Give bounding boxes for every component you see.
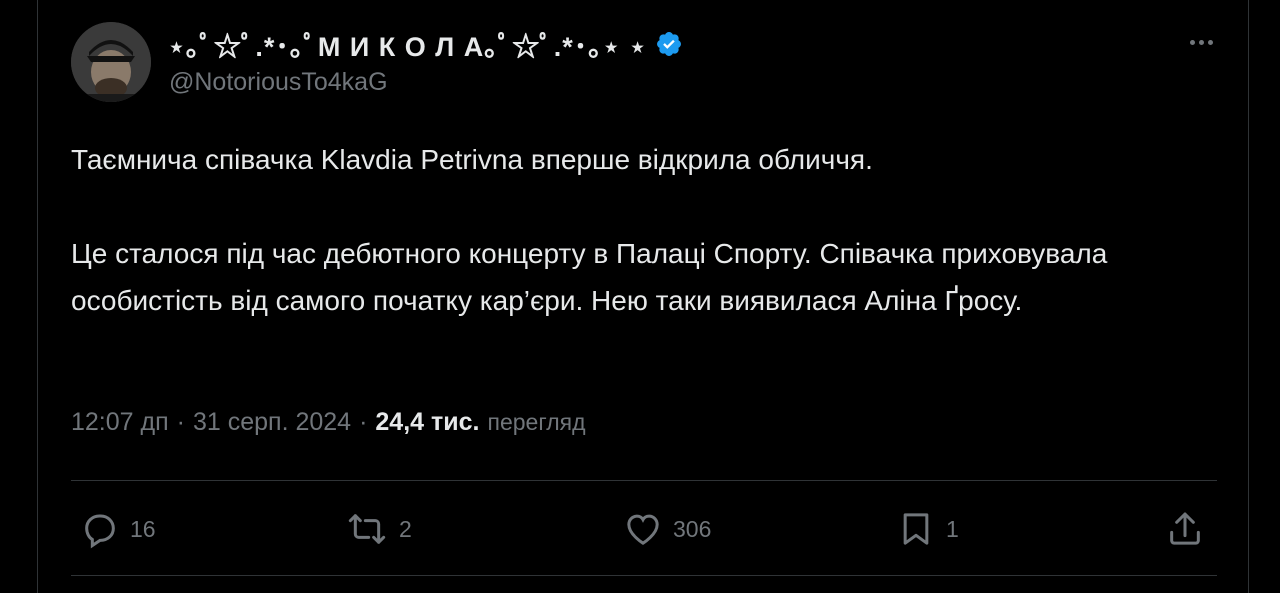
tweet-meta: 12:07 дп · 31 серп. 2024 · 24,4 тис. пер…	[71, 408, 586, 437]
reply-count: 16	[130, 515, 156, 542]
repost-count: 2	[399, 515, 412, 542]
reply-icon	[85, 514, 115, 549]
tweet-date[interactable]: 31 серп. 2024	[193, 408, 351, 437]
views-label: перегляд	[487, 409, 586, 435]
tweet-text: Таємнича співачка Klavdia Petrivna вперш…	[71, 136, 1191, 324]
tweet-card: ⋆｡ﾟ☆ﾟ.*･｡ﾟМ И К О Л А｡ﾟ☆ﾟ.*･｡⋆ ⋆ @Notori…	[37, 0, 1249, 593]
author-handle[interactable]: @NotoriousTo4kaG	[169, 68, 388, 97]
meta-separator: ·	[176, 408, 185, 436]
share-icon	[1170, 512, 1200, 545]
reply-button[interactable]: 16	[80, 507, 156, 551]
views-count[interactable]: 24,4 тис.	[375, 408, 479, 437]
divider	[71, 480, 1217, 481]
bookmark-count: 1	[946, 515, 959, 542]
bookmark-icon	[903, 513, 929, 545]
verified-badge-icon[interactable]	[655, 30, 683, 58]
repost-button[interactable]: 2	[345, 507, 412, 551]
like-button[interactable]: 306	[623, 507, 711, 551]
author-display-name[interactable]: ⋆｡ﾟ☆ﾟ.*･｡ﾟМ И К О Л А｡ﾟ☆ﾟ.*･｡⋆ ⋆	[168, 25, 647, 64]
heart-icon	[627, 514, 659, 545]
like-count: 306	[673, 515, 712, 542]
author-name-row: ⋆｡ﾟ☆ﾟ.*･｡ﾟМ И К О Л А｡ﾟ☆ﾟ.*･｡⋆ ⋆	[168, 26, 683, 62]
tweet-time[interactable]: 12:07 дп	[71, 408, 169, 437]
bookmark-button[interactable]: 1	[896, 507, 959, 551]
avatar-image	[71, 22, 151, 102]
avatar[interactable]	[71, 22, 151, 102]
divider	[71, 575, 1217, 576]
tweet-paragraph-1: Таємнича співачка Klavdia Petrivna вперш…	[71, 144, 873, 175]
meta-separator: ·	[359, 408, 368, 436]
repost-icon	[348, 514, 386, 544]
tweet-paragraph-2: Це сталося під час дебютного концерту в …	[71, 238, 1108, 316]
share-button[interactable]	[1165, 507, 1205, 551]
more-horizontal-icon[interactable]	[1181, 30, 1221, 54]
